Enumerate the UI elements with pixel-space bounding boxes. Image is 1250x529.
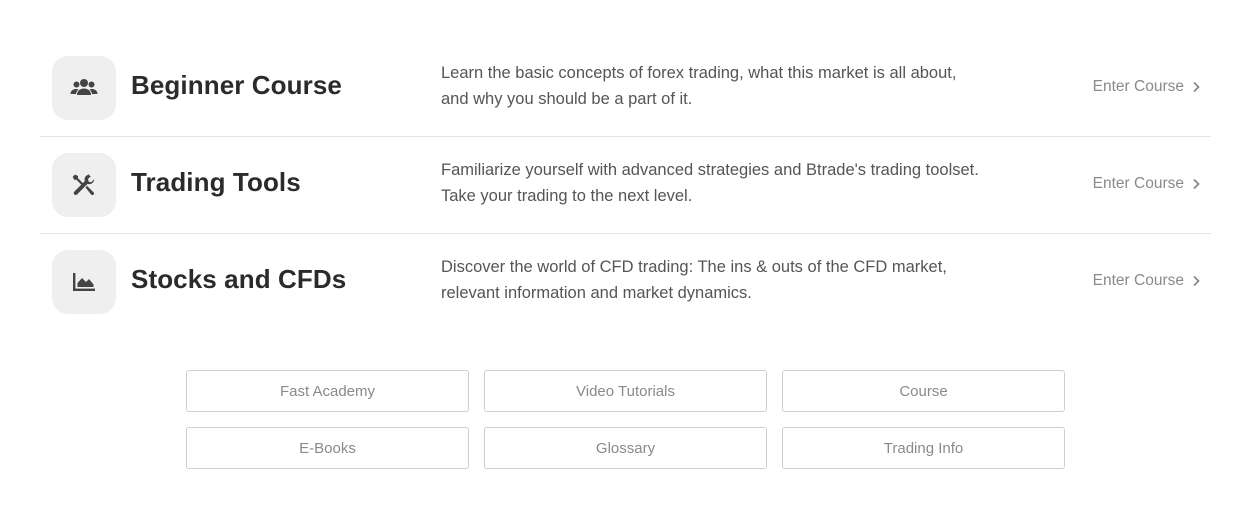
- enter-course-label: Enter Course: [1092, 175, 1184, 192]
- area-chart-icon: [52, 250, 116, 314]
- enter-course-link[interactable]: Enter Course: [1093, 272, 1201, 290]
- course-row-stocks-cfds: Stocks and CFDs Discover the world of CF…: [40, 234, 1211, 331]
- academy-nav-grid: Fast Academy Video Tutorials Course E-Bo…: [186, 370, 1065, 469]
- course-list: Beginner Course Learn the basic concepts…: [40, 40, 1211, 331]
- course-title: Beginner Course: [131, 70, 342, 100]
- enter-course-link[interactable]: Enter Course: [1093, 175, 1201, 193]
- tools-icon: [52, 153, 116, 217]
- chevron-right-icon: [1193, 178, 1200, 190]
- course-description: Familiarize yourself with advanced strat…: [441, 161, 979, 205]
- course-description: Discover the world of CFD trading: The i…: [441, 258, 947, 302]
- course-title: Stocks and CFDs: [131, 264, 347, 294]
- enter-course-link[interactable]: Enter Course: [1093, 78, 1201, 96]
- chevron-right-icon: [1193, 81, 1200, 93]
- e-books-button[interactable]: E-Books: [186, 427, 469, 469]
- enter-course-label: Enter Course: [1092, 78, 1184, 95]
- chevron-right-icon: [1193, 275, 1200, 287]
- course-description: Learn the basic concepts of forex tradin…: [441, 64, 957, 108]
- users-icon: [52, 56, 116, 120]
- glossary-button[interactable]: Glossary: [484, 427, 767, 469]
- course-button[interactable]: Course: [782, 370, 1065, 412]
- course-row-beginner: Beginner Course Learn the basic concepts…: [40, 40, 1211, 137]
- enter-course-label: Enter Course: [1092, 272, 1184, 289]
- course-row-trading-tools: Trading Tools Familiarize yourself with …: [40, 137, 1211, 234]
- course-title: Trading Tools: [131, 167, 301, 197]
- fast-academy-button[interactable]: Fast Academy: [186, 370, 469, 412]
- video-tutorials-button[interactable]: Video Tutorials: [484, 370, 767, 412]
- trading-info-button[interactable]: Trading Info: [782, 427, 1065, 469]
